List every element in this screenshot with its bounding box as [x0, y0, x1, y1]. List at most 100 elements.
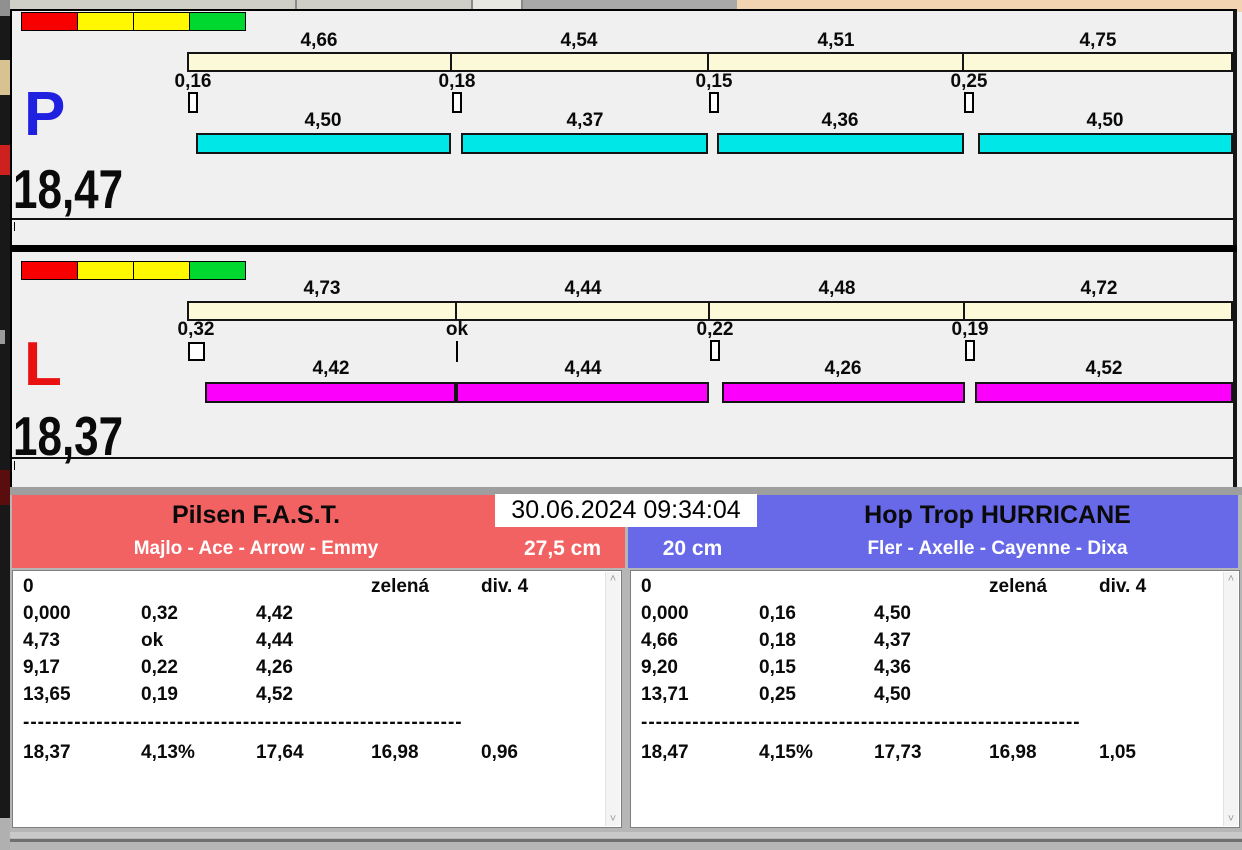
table-separator: ----------------------------------------… — [641, 712, 1081, 734]
scroll-up-icon[interactable]: ˄ — [606, 572, 620, 586]
table-cell: 9,20 — [641, 657, 678, 679]
table-cell: 0 — [23, 576, 34, 598]
background-titlebar-segment — [473, 0, 523, 9]
split-bar-divider — [455, 303, 457, 319]
start-interval-label: 0,25 — [934, 72, 1004, 92]
start-interval-label: 0,16 — [158, 72, 228, 92]
start-interval-checkbox[interactable] — [188, 92, 198, 113]
dog-time-bar-segment — [722, 382, 965, 403]
table-cell: 4,36 — [874, 657, 911, 679]
background-fragment — [0, 60, 10, 95]
table-cell: 0,000 — [641, 603, 689, 625]
start-interval-checkbox[interactable] — [188, 342, 205, 361]
table-cell: 4,26 — [256, 657, 293, 679]
start-interval-label: 0,32 — [161, 320, 231, 340]
team-left-dogs: Majlo - Ace - Arrow - Emmy — [12, 537, 500, 561]
split-time-label: 4,75 — [1053, 31, 1143, 51]
table-cell: 13,71 — [641, 684, 689, 706]
table-cell: 0,32 — [141, 603, 178, 625]
summary-cell: 4,15% — [759, 742, 813, 764]
split-bar-divider — [450, 54, 452, 70]
dog-time-label: 4,50 — [278, 111, 368, 131]
lane-L-status-strip — [12, 457, 1233, 487]
start-interval-label: 0,18 — [422, 72, 492, 92]
start-interval-checkbox[interactable] — [965, 340, 975, 361]
summary-cell: 1,05 — [1099, 742, 1136, 764]
scrollbar[interactable]: ˄ ˅ — [605, 572, 620, 826]
summary-cell: 17,73 — [874, 742, 922, 764]
lane-L-letter: L — [24, 334, 62, 396]
dog-time-bar-segment — [461, 133, 708, 154]
start-light-0 — [21, 261, 78, 280]
table-cell: div. 4 — [1099, 576, 1146, 598]
split-time-label: 4,73 — [277, 279, 367, 299]
result-text-right[interactable]: ˄ ˅ 0zelenádiv. 40,0000,164,504,660,184,… — [630, 570, 1240, 828]
result-text-left[interactable]: ˄ ˅ 0zelenádiv. 40,0000,324,424,73ok4,44… — [12, 570, 622, 828]
dog-time-bar-segment — [456, 382, 709, 403]
start-interval-label: ok — [422, 320, 492, 340]
start-interval-checkbox[interactable] — [710, 340, 720, 361]
summary-cell: 17,64 — [256, 742, 304, 764]
summary-cell: 16,98 — [989, 742, 1037, 764]
scroll-up-icon[interactable]: ˄ — [1224, 572, 1238, 586]
table-cell: 0,16 — [759, 603, 796, 625]
team-right-name: Hop Trop HURRICANE — [757, 501, 1238, 529]
table-cell: 4,37 — [874, 630, 911, 652]
caret-tick — [14, 222, 15, 231]
dog-time-label: 4,37 — [540, 111, 630, 131]
start-light-0 — [21, 12, 78, 31]
split-time-label: 4,48 — [792, 279, 882, 299]
split-bar-divider — [708, 303, 710, 319]
datetime-display: 30.06.2024 09:34:04 — [495, 494, 757, 527]
scroll-down-icon[interactable]: ˅ — [1224, 812, 1238, 826]
start-interval-checkbox[interactable] — [452, 92, 462, 113]
start-light-1 — [77, 261, 134, 280]
lane-P-letter: P — [24, 84, 65, 146]
scroll-down-icon[interactable]: ˅ — [606, 812, 620, 826]
dog-time-bar-segment — [717, 133, 964, 154]
start-light-2 — [133, 261, 190, 280]
window-bottom-border — [10, 839, 1242, 842]
dog-time-bar-segment — [978, 133, 1233, 154]
table-cell: 0,22 — [141, 657, 178, 679]
table-cell: ok — [141, 630, 163, 652]
split-time-label: 4,44 — [538, 279, 628, 299]
split-time-label: 4,66 — [274, 31, 364, 51]
background-fragment — [0, 0, 10, 16]
team-right-jump-height: 20 cm — [628, 537, 757, 561]
team-right-dogs: Fler - Axelle - Cayenne - Dixa — [757, 537, 1238, 561]
table-cell: 13,65 — [23, 684, 71, 706]
dog-time-bar-segment — [196, 133, 451, 154]
dog-time-label: 4,42 — [286, 359, 376, 379]
split-bar-divider — [963, 303, 965, 319]
start-light-1 — [77, 12, 134, 31]
start-interval-label: 0,22 — [680, 320, 750, 340]
start-interval-label: 0,19 — [935, 320, 1005, 340]
background-fragment — [0, 818, 10, 850]
dog-time-label: 4,26 — [798, 359, 888, 379]
start-interval-checkbox[interactable] — [964, 92, 974, 113]
split-bar-divider — [962, 54, 964, 70]
background-titlebar-segment — [523, 0, 737, 9]
table-cell: zelená — [371, 576, 429, 598]
summary-cell: 16,98 — [371, 742, 419, 764]
start-interval-label: 0,15 — [679, 72, 749, 92]
scrollbar[interactable]: ˄ ˅ — [1223, 572, 1238, 826]
table-cell: 9,17 — [23, 657, 60, 679]
lane-L-total-time: 18,37 — [13, 409, 123, 464]
summary-cell: 18,47 — [641, 742, 689, 764]
dog-time-label: 4,52 — [1059, 359, 1149, 379]
dog-time-label: 4,36 — [795, 111, 885, 131]
table-cell: 0,25 — [759, 684, 796, 706]
window-bottom-strip — [10, 832, 1242, 838]
ok-tick-mark — [456, 341, 458, 362]
summary-cell: 18,37 — [23, 742, 71, 764]
flyball-timing-app: P 18,47 L 18,37 4,660,164,504,540,184,37… — [0, 0, 1242, 850]
table-cell: zelená — [989, 576, 1047, 598]
table-cell: 0,19 — [141, 684, 178, 706]
dog-time-label: 4,44 — [538, 359, 628, 379]
start-interval-checkbox[interactable] — [709, 92, 719, 113]
table-cell: 0,000 — [23, 603, 71, 625]
background-fragment — [0, 330, 5, 344]
background-window-left-strip — [0, 0, 10, 850]
